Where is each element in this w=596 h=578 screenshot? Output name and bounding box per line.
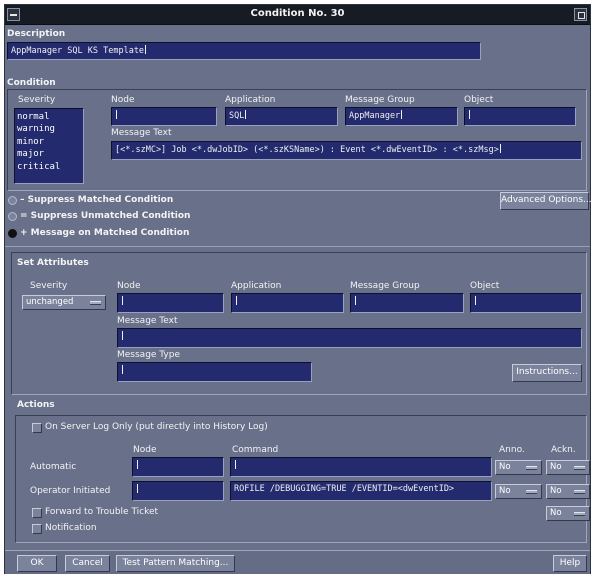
set-message-text-label: Message Text [117, 316, 178, 326]
condition-dialog: Condition No. 30 Description AppManager … [4, 4, 592, 574]
ok-button[interactable]: OK [17, 555, 57, 572]
actions-label: Actions [17, 400, 55, 410]
set-application-field[interactable] [231, 293, 344, 313]
description-label: Description [7, 29, 66, 39]
title-bar: Condition No. 30 [5, 5, 590, 25]
set-severity-option-menu[interactable]: unchanged [22, 295, 106, 310]
server-log-only-label: On Server Log Only (put directly into Hi… [45, 422, 268, 432]
condition-message-group-label: Message Group [345, 95, 415, 105]
severity-option-normal[interactable]: normal [17, 111, 81, 123]
condition-application-label: Application [225, 95, 276, 105]
set-severity-label: Severity [30, 281, 68, 291]
actions-panel [15, 415, 587, 543]
actions-command-column: Command [232, 445, 279, 455]
set-message-type-field[interactable] [117, 362, 312, 382]
condition-object-field[interactable] [464, 107, 576, 126]
severity-option-major[interactable]: major [17, 148, 81, 160]
severity-option-minor[interactable]: minor [17, 136, 81, 148]
set-node-label: Node [117, 281, 141, 291]
operator-initiated-label: Operator Initiated [30, 486, 111, 496]
operator-command-field[interactable]: ROFILE /DEBUGGING=TRUE /EVENTID=<dwEvent… [230, 481, 492, 501]
suppress-unmatched-label: = Suppress Unmatched Condition [20, 211, 191, 221]
notification-checkbox[interactable] [32, 524, 42, 534]
condition-panel [7, 89, 587, 191]
help-button[interactable]: Help [553, 555, 587, 572]
operator-node-field[interactable] [132, 481, 224, 501]
test-pattern-matching-button[interactable]: Test Pattern Matching... [116, 555, 235, 572]
actions-ackn-column: Ackn. [551, 445, 576, 455]
separator [5, 246, 590, 247]
condition-application-field[interactable]: SQL [225, 107, 338, 126]
severity-list[interactable]: normal warning minor major critical [14, 108, 84, 184]
condition-node-field[interactable] [111, 107, 217, 126]
cancel-button[interactable]: Cancel [65, 555, 110, 572]
forward-trouble-ticket-label: Forward to Trouble Ticket [45, 507, 159, 517]
description-field[interactable]: AppManager SQL KS Template [7, 42, 481, 60]
suppress-matched-radio[interactable] [8, 196, 17, 205]
notification-label: Notification [45, 523, 97, 533]
set-application-label: Application [231, 281, 282, 291]
condition-section-label: Condition [7, 78, 56, 88]
set-message-group-label: Message Group [350, 281, 420, 291]
condition-message-text-field[interactable]: [<*.szMC>] Job <*.dwJobID> (<*.szKSName>… [111, 141, 582, 160]
condition-message-group-field[interactable]: AppManager [345, 107, 458, 126]
forward-ticket-option-menu[interactable]: No [546, 506, 590, 521]
condition-object-label: Object [464, 95, 494, 105]
severity-option-warning[interactable]: warning [17, 123, 81, 135]
set-message-text-field[interactable] [117, 328, 582, 348]
actions-node-column: Node [133, 445, 157, 455]
condition-message-text-label: Message Text [111, 128, 172, 138]
automatic-ackn-option-menu[interactable]: No [546, 460, 590, 475]
severity-label: Severity [18, 95, 56, 105]
window-title: Condition No. 30 [250, 8, 345, 19]
set-message-type-label: Message Type [117, 350, 180, 360]
server-log-only-checkbox[interactable] [32, 423, 42, 433]
advanced-options-button[interactable]: Advanced Options... [500, 192, 592, 210]
operator-anno-option-menu[interactable]: No [495, 484, 542, 499]
instructions-button[interactable]: Instructions... [512, 364, 582, 382]
actions-anno-column: Anno. [499, 445, 525, 455]
set-object-field[interactable] [470, 293, 582, 313]
automatic-anno-option-menu[interactable]: No [495, 460, 542, 475]
severity-option-critical[interactable]: critical [17, 161, 81, 173]
set-message-group-field[interactable] [350, 293, 464, 313]
set-attributes-label: Set Attributes [17, 258, 89, 268]
automatic-node-field[interactable] [132, 457, 224, 477]
suppress-matched-label: – Suppress Matched Condition [20, 195, 174, 205]
automatic-label: Automatic [30, 462, 77, 472]
maximize-button[interactable] [574, 8, 587, 21]
automatic-command-field[interactable] [230, 457, 492, 477]
set-node-field[interactable] [117, 293, 224, 313]
suppress-unmatched-radio[interactable] [8, 212, 17, 221]
set-object-label: Object [470, 281, 500, 291]
operator-ackn-option-menu[interactable]: No [546, 484, 590, 499]
forward-trouble-ticket-checkbox[interactable] [32, 508, 42, 518]
message-on-matched-radio[interactable] [8, 229, 17, 238]
message-on-matched-label: + Message on Matched Condition [20, 228, 190, 238]
condition-node-label: Node [111, 95, 135, 105]
